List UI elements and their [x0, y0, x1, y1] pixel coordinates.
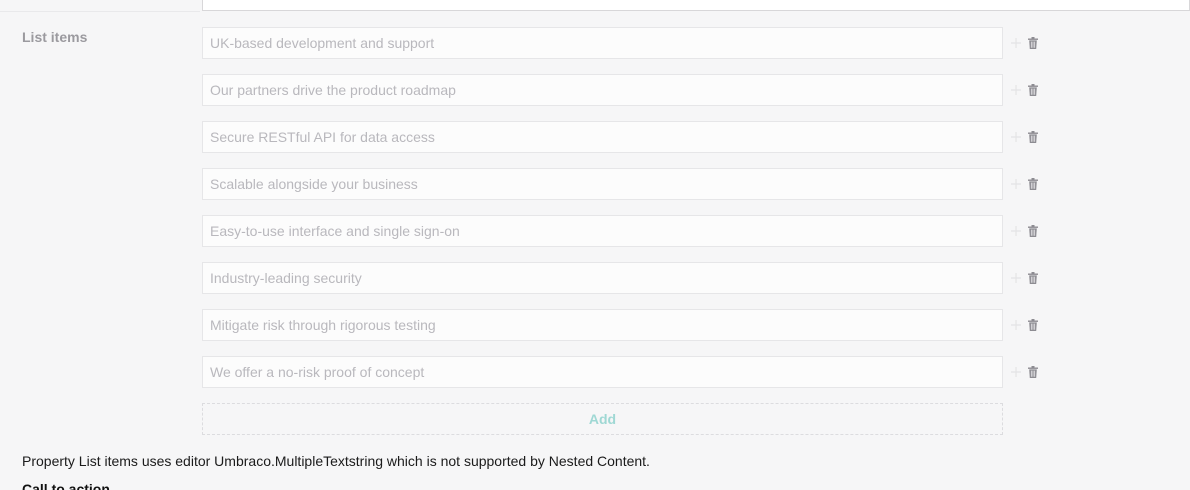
move-handle-icon[interactable]: [1010, 178, 1022, 190]
list-item: [202, 27, 1052, 59]
previous-property-label-area: [0, 0, 200, 12]
property-label: List items: [22, 29, 88, 45]
previous-property-row: [0, 0, 1190, 12]
trash-icon[interactable]: [1028, 272, 1038, 284]
move-handle-icon[interactable]: [1010, 131, 1022, 143]
list-item-input[interactable]: [202, 356, 1003, 388]
move-handle-icon[interactable]: [1010, 37, 1022, 49]
list-item-input[interactable]: [202, 215, 1003, 247]
trash-icon[interactable]: [1028, 319, 1038, 331]
list-item: [202, 168, 1052, 200]
multiple-textstring-list: [202, 27, 1052, 403]
trash-icon[interactable]: [1028, 178, 1038, 190]
list-item-input[interactable]: [202, 27, 1003, 59]
trash-icon[interactable]: [1028, 84, 1038, 96]
list-item: [202, 215, 1052, 247]
add-button[interactable]: Add: [202, 403, 1003, 435]
trash-icon[interactable]: [1028, 225, 1038, 237]
list-item-input[interactable]: [202, 309, 1003, 341]
trash-icon[interactable]: [1028, 37, 1038, 49]
list-item: [202, 309, 1052, 341]
move-handle-icon[interactable]: [1010, 319, 1022, 331]
list-item: [202, 356, 1052, 388]
next-property-label: Call to action: [22, 481, 110, 490]
nested-content-editor: List items Add Property List items uses …: [0, 0, 1190, 490]
previous-property-input[interactable]: [202, 0, 1190, 11]
unsupported-editor-warning: Property List items uses editor Umbraco.…: [22, 453, 650, 469]
list-item: [202, 74, 1052, 106]
move-handle-icon[interactable]: [1010, 272, 1022, 284]
list-item: [202, 121, 1052, 153]
list-item-input[interactable]: [202, 168, 1003, 200]
trash-icon[interactable]: [1028, 131, 1038, 143]
move-handle-icon[interactable]: [1010, 366, 1022, 378]
list-item-input[interactable]: [202, 74, 1003, 106]
list-item: [202, 262, 1052, 294]
move-handle-icon[interactable]: [1010, 84, 1022, 96]
list-item-input[interactable]: [202, 262, 1003, 294]
move-handle-icon[interactable]: [1010, 225, 1022, 237]
trash-icon[interactable]: [1028, 366, 1038, 378]
list-item-input[interactable]: [202, 121, 1003, 153]
